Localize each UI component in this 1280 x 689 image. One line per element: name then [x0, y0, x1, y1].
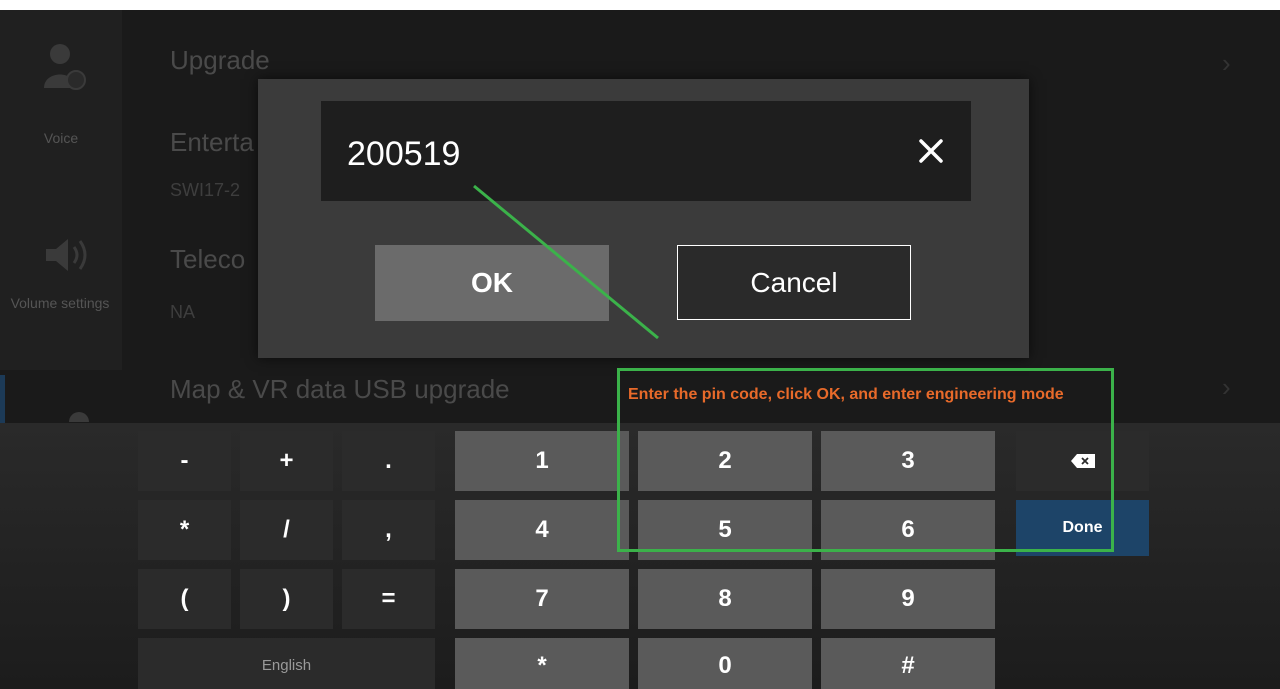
annotation-text: Enter the pin code, click OK, and enter … — [628, 386, 1064, 403]
screen: Upgrade › Enterta SWI17-2 Teleco NA Map … — [0, 10, 1280, 689]
annotation-box: Enter the pin code, click OK, and enter … — [617, 368, 1114, 552]
annotation-arrow — [473, 184, 659, 340]
